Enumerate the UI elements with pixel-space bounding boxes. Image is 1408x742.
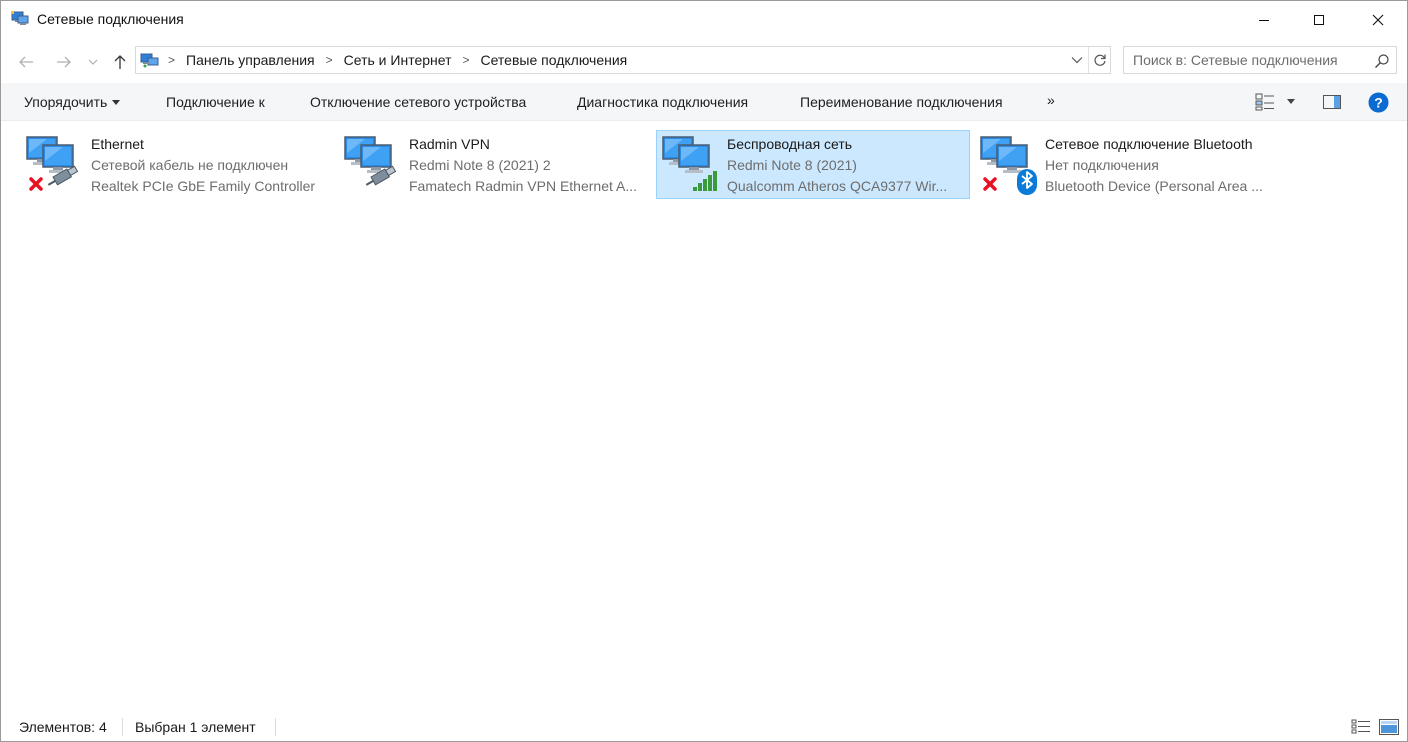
breadcrumb-separator-icon: > <box>168 53 176 67</box>
organize-button[interactable]: Упорядочить <box>24 94 121 110</box>
minimize-icon <box>1259 20 1269 21</box>
status-bar: Элементов: 4 Выбран 1 элемент <box>1 713 1407 741</box>
diagnose-connection-button[interactable]: Диагностика подключения <box>577 94 748 110</box>
title-bar: Сетевые подключения <box>1 1 1407 39</box>
network-connections-icon <box>11 11 29 25</box>
window-title: Сетевые подключения <box>37 11 184 27</box>
wifi-signal-icon <box>662 136 717 191</box>
breadcrumb-control-panel[interactable]: Панель управления <box>186 52 315 68</box>
chevron-down-icon <box>1071 57 1083 64</box>
minimize-button[interactable] <box>1241 1 1287 39</box>
arrow-up-icon <box>114 55 126 69</box>
details-view-icon[interactable] <box>1351 719 1371 735</box>
connection-device: Qualcomm Atheros QCA9377 Wir... <box>727 178 948 194</box>
close-button[interactable] <box>1355 1 1401 39</box>
large-icons-view-icon[interactable] <box>1379 719 1399 735</box>
breadcrumb-separator-icon[interactable]: > <box>326 53 333 67</box>
chevron-down-icon <box>88 59 98 65</box>
connection-item-wireless[interactable]: Беспроводная сеть Redmi Note 8 (2021) Qu… <box>656 130 970 199</box>
help-icon[interactable]: ? <box>1368 92 1389 113</box>
breadcrumb-network-connections[interactable]: Сетевые подключения <box>481 52 628 68</box>
address-history-button[interactable] <box>1066 47 1088 73</box>
connection-device: Famatech Radmin VPN Ethernet A... <box>409 178 637 194</box>
explorer-window: Сетевые подключения > Панель управления … <box>0 0 1408 742</box>
caret-down-icon <box>112 100 121 105</box>
preview-pane-icon[interactable] <box>1323 94 1341 110</box>
search-placeholder: Поиск в: Сетевые подключения <box>1133 52 1338 68</box>
connection-device: Bluetooth Device (Personal Area ... <box>1045 178 1263 194</box>
view-options-caret-icon[interactable] <box>1287 99 1295 104</box>
command-bar: Упорядочить Подключение к Отключение сет… <box>1 83 1407 121</box>
ethernet-disconnected-icon <box>26 136 79 191</box>
control-panel-network-icon <box>140 53 159 68</box>
refresh-button[interactable] <box>1088 47 1110 73</box>
breadcrumb-separator-icon[interactable]: > <box>462 53 469 67</box>
more-commands-button[interactable]: » <box>1047 92 1055 108</box>
item-count: Элементов: 4 <box>19 719 107 735</box>
breadcrumb-network-internet[interactable]: Сеть и Интернет <box>344 52 452 68</box>
maximize-icon <box>1314 15 1324 25</box>
up-button[interactable] <box>109 51 131 73</box>
rename-connection-button[interactable]: Переименование подключения <box>800 94 1003 110</box>
ethernet-connected-icon <box>344 136 397 186</box>
selection-count: Выбран 1 элемент <box>135 719 256 735</box>
connection-name: Radmin VPN <box>409 136 490 152</box>
search-icon[interactable] <box>1374 53 1390 69</box>
close-icon <box>1372 14 1384 26</box>
forward-button[interactable] <box>53 51 75 73</box>
connection-item-bluetooth[interactable]: Сетевое подключение Bluetooth Нет подклю… <box>974 130 1288 199</box>
connections-view: Ethernet Сетевой кабель не подключен Rea… <box>1 122 1407 712</box>
organize-label: Упорядочить <box>24 94 108 110</box>
arrow-right-icon <box>57 56 71 68</box>
connection-status: Redmi Note 8 (2021) 2 <box>409 157 551 173</box>
svg-text:?: ? <box>1374 95 1383 111</box>
connection-name: Беспроводная сеть <box>727 136 853 152</box>
arrow-left-icon <box>19 56 33 68</box>
status-divider <box>275 718 276 736</box>
connect-to-button[interactable]: Подключение к <box>166 94 265 110</box>
connection-status: Сетевой кабель не подключен <box>91 157 289 173</box>
back-button[interactable] <box>15 51 37 73</box>
recent-locations-button[interactable] <box>85 51 101 73</box>
connection-status: Redmi Note 8 (2021) <box>727 157 857 173</box>
disable-device-button[interactable]: Отключение сетевого устройства <box>310 94 526 110</box>
status-divider <box>122 718 123 736</box>
connection-name: Ethernet <box>91 136 144 152</box>
connection-name: Сетевое подключение Bluetooth <box>1045 136 1253 152</box>
change-view-icon[interactable] <box>1255 93 1275 111</box>
maximize-button[interactable] <box>1296 1 1342 39</box>
connection-device: Realtek PCIe GbE Family Controller <box>91 178 316 194</box>
connection-status: Нет подключения <box>1045 157 1159 173</box>
search-input[interactable]: Поиск в: Сетевые подключения <box>1123 46 1397 74</box>
address-bar[interactable]: > Панель управления > Сеть и Интернет > … <box>135 46 1111 74</box>
connection-item-ethernet[interactable]: Ethernet Сетевой кабель не подключен Rea… <box>20 130 334 199</box>
connection-item-radmin-vpn[interactable]: Radmin VPN Redmi Note 8 (2021) 2 Famatec… <box>338 130 652 199</box>
refresh-icon <box>1094 54 1106 66</box>
breadcrumb: > Панель управления > Сеть и Интернет > … <box>164 52 627 68</box>
navigation-bar: > Панель управления > Сеть и Интернет > … <box>1 41 1407 81</box>
bluetooth-disconnected-icon <box>980 136 1037 195</box>
